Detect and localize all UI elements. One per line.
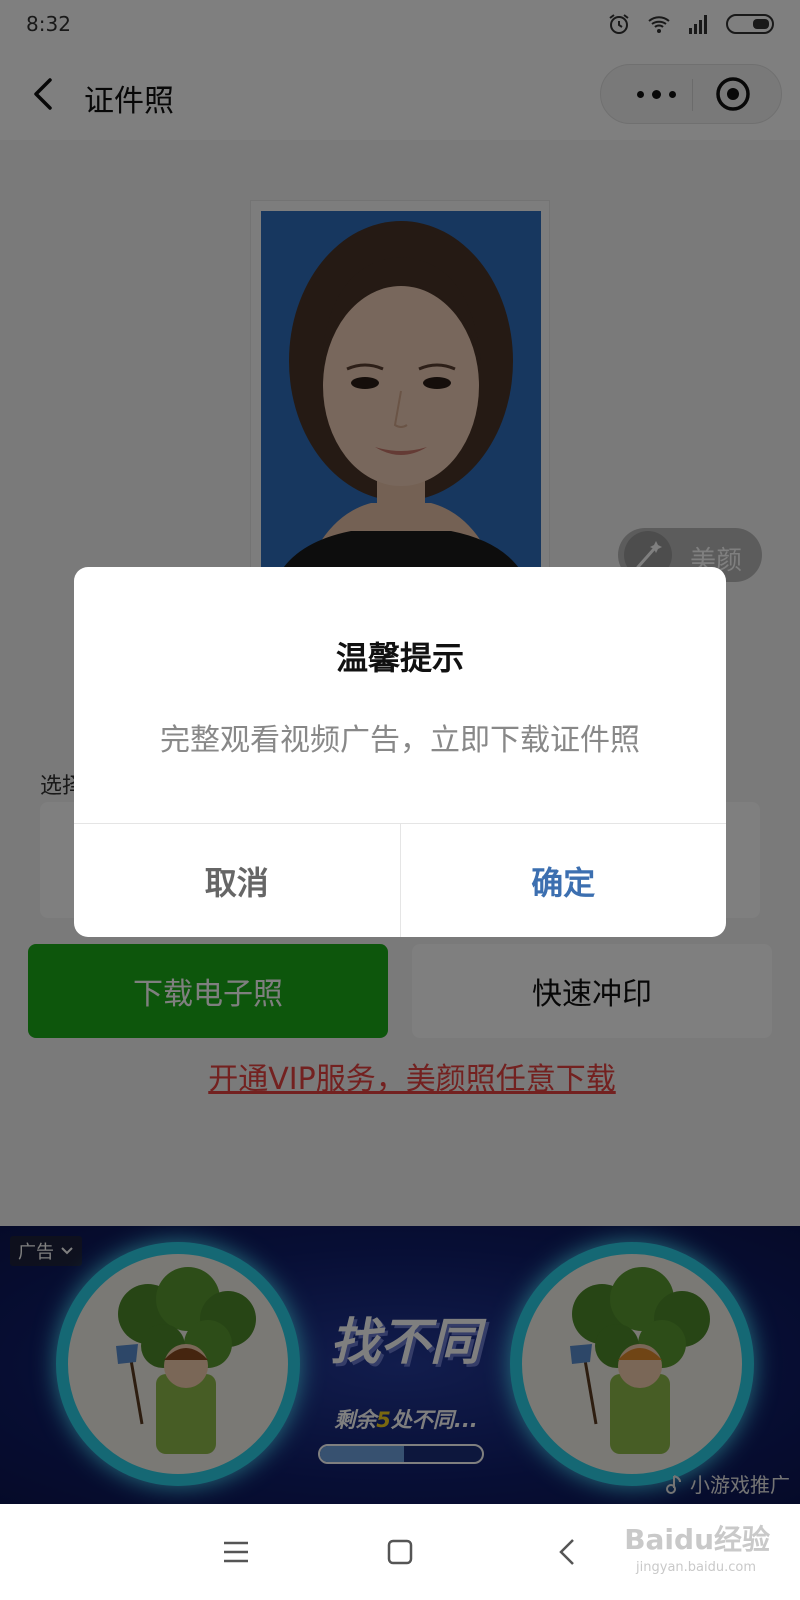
watermark-url: jingyan.baidu.com bbox=[636, 1560, 756, 1575]
system-nav-bar: Baidu经验 jingyan.baidu.com bbox=[0, 1504, 800, 1600]
tip-dialog: 温馨提示 完整观看视频广告，立即下载证件照 取消 确定 bbox=[74, 567, 726, 937]
confirm-button[interactable]: 确定 bbox=[401, 824, 727, 937]
cancel-button[interactable]: 取消 bbox=[74, 824, 401, 937]
back-nav-icon[interactable] bbox=[546, 1530, 590, 1574]
dialog-title: 温馨提示 bbox=[335, 639, 464, 677]
dialog-message: 完整观看视频广告，立即下载证件照 bbox=[160, 723, 640, 758]
home-icon[interactable] bbox=[378, 1530, 422, 1574]
menu-icon[interactable] bbox=[214, 1530, 258, 1574]
watermark-brand: Baidu经验 bbox=[624, 1523, 770, 1556]
dialog-footer: 取消 确定 bbox=[74, 823, 726, 937]
